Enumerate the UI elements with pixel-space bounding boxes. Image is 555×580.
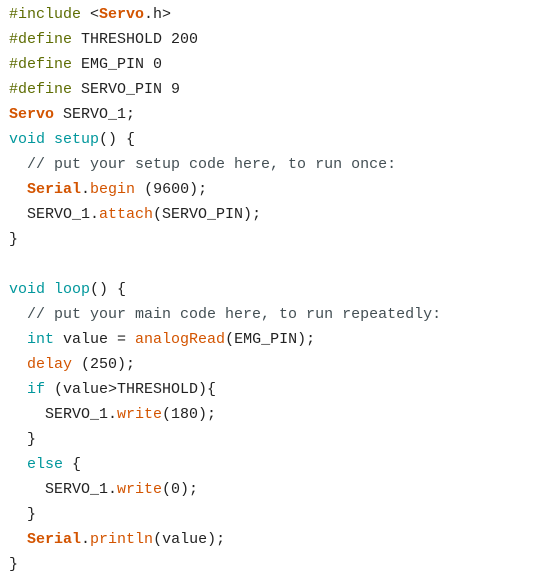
code-line[interactable]: // put your setup code here, to run once… — [9, 152, 555, 177]
code-token: } — [9, 556, 19, 573]
code-token: SERVO_1. — [45, 406, 118, 423]
function-token: analogRead — [135, 331, 226, 348]
function-token: begin — [90, 181, 136, 198]
code-token: value = — [54, 331, 136, 348]
code-token: SERVO_1. — [45, 481, 118, 498]
code-line[interactable]: } — [9, 552, 555, 577]
code-line[interactable]: void loop() { — [9, 277, 555, 302]
code-token: SERVO_1. — [27, 206, 100, 223]
code-line[interactable]: } — [9, 502, 555, 527]
code-line[interactable] — [9, 252, 555, 277]
code-line[interactable]: #define EMG_PIN 0 — [9, 52, 555, 77]
code-token: . — [81, 181, 91, 198]
code-editor[interactable]: #include <Servo.h> #define THRESHOLD 200 #… — [0, 0, 555, 580]
keyword-token: loop — [54, 281, 91, 298]
code-token: .h> — [144, 6, 172, 23]
preprocessor-token: #define — [9, 56, 73, 73]
comment-token: // put your main code here, to run repea… — [27, 306, 442, 323]
keyword-token: else — [27, 456, 64, 473]
code-token: (250); — [72, 356, 136, 373]
code-line[interactable]: if (value>THRESHOLD){ — [9, 377, 555, 402]
code-line[interactable]: delay (250); — [9, 352, 555, 377]
preprocessor-token: #define — [9, 31, 73, 48]
code-token: < — [90, 6, 100, 23]
code-line[interactable]: SERVO_1.write(180); — [9, 402, 555, 427]
keyword-token: setup — [54, 131, 100, 148]
type-token: Servo — [9, 106, 55, 123]
code-line[interactable]: else { — [9, 452, 555, 477]
code-token: (0); — [162, 481, 199, 498]
code-token: (9600); — [135, 181, 208, 198]
code-token: (EMG_PIN); — [225, 331, 316, 348]
keyword-token: void — [9, 131, 46, 148]
code-line[interactable]: Serial.println(value); — [9, 527, 555, 552]
code-token: } — [27, 431, 37, 448]
code-line[interactable]: SERVO_1.attach(SERVO_PIN); — [9, 202, 555, 227]
code-line[interactable]: } — [9, 227, 555, 252]
code-token: . — [81, 531, 91, 548]
code-token: } — [27, 506, 37, 523]
code-token: SERVO_1; — [54, 106, 136, 123]
keyword-token: void — [9, 281, 46, 298]
function-token: attach — [99, 206, 154, 223]
code-line[interactable]: Serial.begin (9600); — [9, 177, 555, 202]
type-token: Serial — [27, 181, 82, 198]
code-line[interactable]: #define SERVO_PIN 9 — [9, 77, 555, 102]
function-token: write — [117, 406, 163, 423]
code-token: THRESHOLD 200 — [72, 31, 199, 48]
code-line[interactable]: #define THRESHOLD 200 — [9, 27, 555, 52]
code-line[interactable]: void setup() { — [9, 127, 555, 152]
code-token: (180); — [162, 406, 217, 423]
code-token: { — [63, 456, 82, 473]
keyword-token: int — [27, 331, 55, 348]
function-token: delay — [27, 356, 73, 373]
code-line[interactable]: } — [9, 427, 555, 452]
function-token: println — [90, 531, 154, 548]
preprocessor-token: #define — [9, 81, 73, 98]
code-token: SERVO_PIN 9 — [72, 81, 181, 98]
code-line[interactable]: // put your main code here, to run repea… — [9, 302, 555, 327]
keyword-token: if — [27, 381, 46, 398]
function-token: write — [117, 481, 163, 498]
code-token: (value); — [153, 531, 226, 548]
code-line[interactable]: #include <Servo.h> — [9, 2, 555, 27]
type-token: Serial — [27, 531, 82, 548]
code-line[interactable]: int value = analogRead(EMG_PIN); — [9, 327, 555, 352]
code-token: (SERVO_PIN); — [153, 206, 262, 223]
code-line[interactable]: Servo SERVO_1; — [9, 102, 555, 127]
type-token: Servo — [99, 6, 145, 23]
preprocessor-token: #include — [9, 6, 91, 23]
comment-token: // put your setup code here, to run once… — [27, 156, 397, 173]
code-line[interactable]: SERVO_1.write(0); — [9, 477, 555, 502]
code-token: () { — [99, 131, 136, 148]
code-token: (value>THRESHOLD){ — [45, 381, 217, 398]
code-token: } — [9, 231, 19, 248]
code-token: () { — [90, 281, 127, 298]
code-token: EMG_PIN 0 — [72, 56, 163, 73]
